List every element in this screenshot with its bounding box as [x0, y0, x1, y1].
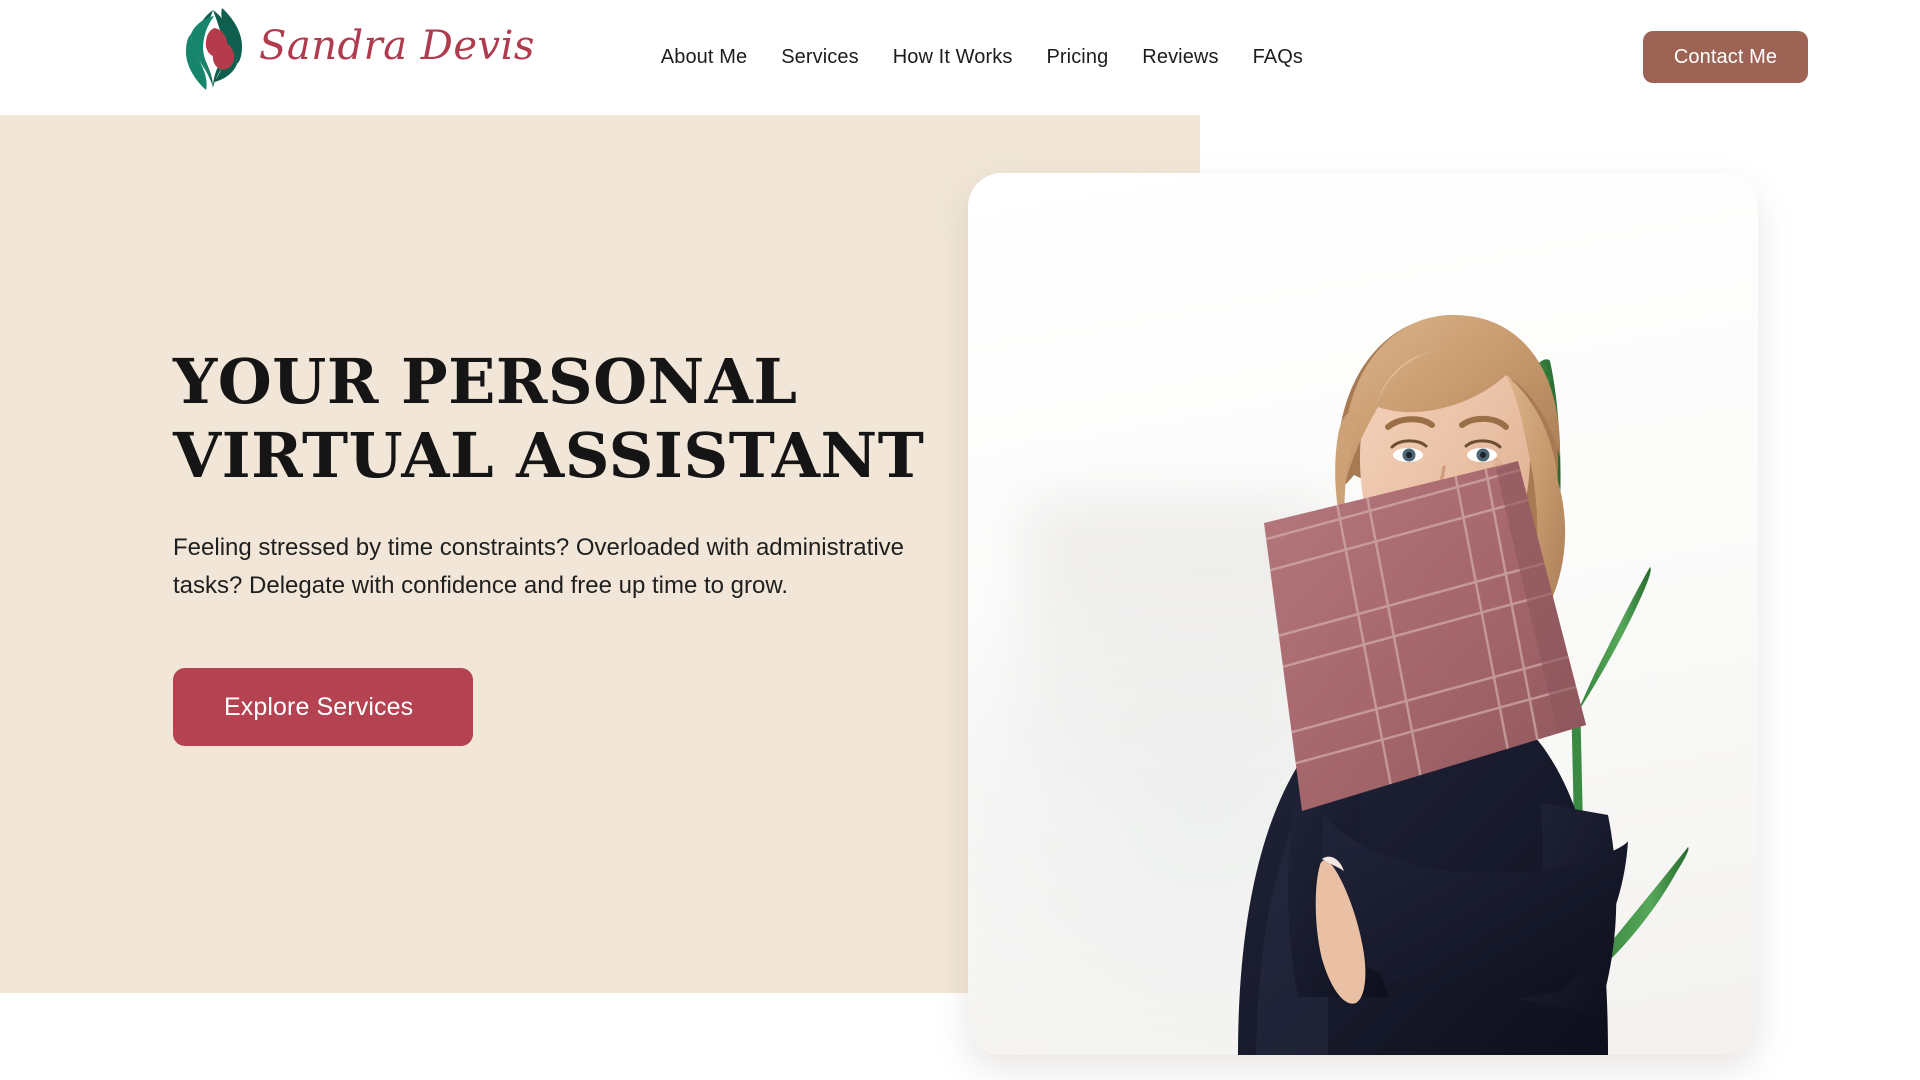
main-navigation: About Me Services How It Works Pricing R… — [644, 0, 1320, 115]
brand-logo[interactable]: Sandra Devis — [183, 8, 535, 90]
brand-name: Sandra Devis — [259, 23, 535, 69]
page-title: YOUR PERSONAL VIRTUAL ASSISTANT — [173, 345, 963, 493]
site-header: Sandra Devis About Me Services How It Wo… — [0, 0, 1920, 115]
hero-title-line-2: VIRTUAL ASSISTANT — [173, 418, 925, 492]
nav-item-about-me[interactable]: About Me — [644, 46, 764, 69]
hero-section: YOUR PERSONAL VIRTUAL ASSISTANT Feeling … — [0, 115, 1920, 1080]
hero-copy: YOUR PERSONAL VIRTUAL ASSISTANT Feeling … — [173, 345, 963, 747]
woman-portrait — [1238, 314, 1628, 1055]
contact-me-button[interactable]: Contact Me — [1643, 31, 1808, 83]
hero-title-line-1: YOUR PERSONAL — [173, 345, 798, 418]
nav-item-services[interactable]: Services — [764, 46, 876, 69]
hero-subtitle: Feeling stressed by time constraints? Ov… — [173, 533, 904, 600]
interlocking-leaf-logo-icon — [183, 8, 245, 90]
hero-photo-card — [968, 173, 1758, 1055]
nav-item-faqs[interactable]: FAQs — [1236, 46, 1320, 69]
explore-services-button[interactable]: Explore Services — [173, 668, 473, 747]
nav-item-pricing[interactable]: Pricing — [1029, 46, 1125, 69]
hero-photo — [968, 173, 1758, 1055]
nav-item-how-it-works[interactable]: How It Works — [876, 46, 1030, 69]
nav-item-reviews[interactable]: Reviews — [1125, 46, 1235, 69]
